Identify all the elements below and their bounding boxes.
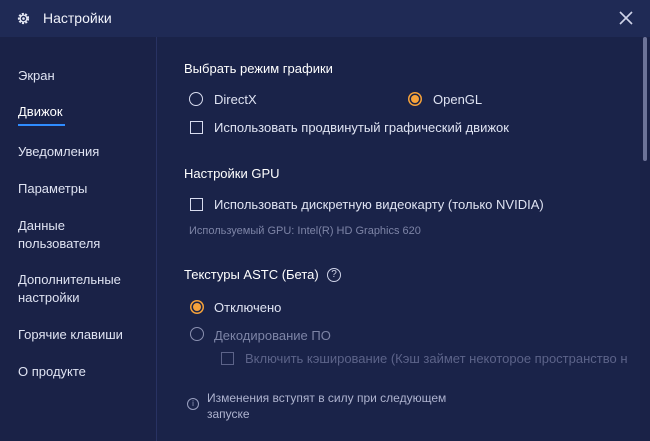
directx-radio[interactable] [189, 92, 203, 106]
title-bar: Настройки [0, 0, 650, 37]
astc-title: Текстуры ASTC (Бета) [184, 267, 319, 282]
gpu-settings-title: Настройки GPU [184, 166, 280, 181]
sidebar-item-screen[interactable]: Экран [18, 67, 55, 85]
info-icon: i [187, 398, 199, 410]
restart-notice-text: Изменения вступят в силу при следующем з… [207, 391, 447, 421]
sidebar-item-engine[interactable]: Движок [18, 103, 63, 121]
help-icon[interactable]: ? [327, 268, 341, 282]
used-gpu-info: Используемый GPU: Intel(R) HD Graphics 6… [189, 225, 421, 237]
opengl-radio[interactable] [408, 92, 422, 106]
astc-software-decode-radio[interactable] [190, 327, 204, 341]
close-icon[interactable] [618, 10, 634, 26]
astc-disabled-radio[interactable] [190, 300, 204, 314]
scrollbar-thumb[interactable] [643, 37, 647, 161]
discrete-gpu-checkbox[interactable] [190, 198, 203, 211]
discrete-gpu-label[interactable]: Использовать дискретную видеокарту (толь… [214, 197, 544, 212]
cache-checkbox[interactable] [221, 352, 234, 365]
sidebar-item-advanced[interactable]: Дополнительные настройки [18, 271, 121, 307]
opengl-label[interactable]: OpenGL [433, 92, 482, 107]
sidebar-item-user-data[interactable]: Данные пользователя [18, 217, 100, 253]
astc-software-decode-label[interactable]: Декодирование ПО [214, 328, 331, 343]
sidebar-item-parameters[interactable]: Параметры [18, 180, 87, 198]
sidebar-item-notifications[interactable]: Уведомления [18, 143, 99, 161]
window-title: Настройки [43, 10, 112, 26]
restart-notice: i Изменения вступят в силу при следующем… [157, 378, 640, 441]
advanced-engine-label[interactable]: Использовать продвинутый графический дви… [214, 120, 509, 135]
advanced-engine-checkbox[interactable] [190, 121, 203, 134]
sidebar-item-hotkeys[interactable]: Горячие клавиши [18, 326, 123, 344]
astc-disabled-label[interactable]: Отключено [214, 300, 281, 315]
sidebar-item-about[interactable]: О продукте [18, 363, 86, 381]
gear-icon [17, 12, 30, 25]
directx-label[interactable]: DirectX [214, 92, 257, 107]
cache-label[interactable]: Включить кэширование (Кэш займет некотор… [245, 351, 628, 366]
sidebar: Экран Движок Уведомления Параметры Данны… [0, 37, 157, 441]
active-tab-indicator [18, 124, 65, 126]
graphics-mode-title: Выбрать режим графики [184, 61, 333, 76]
